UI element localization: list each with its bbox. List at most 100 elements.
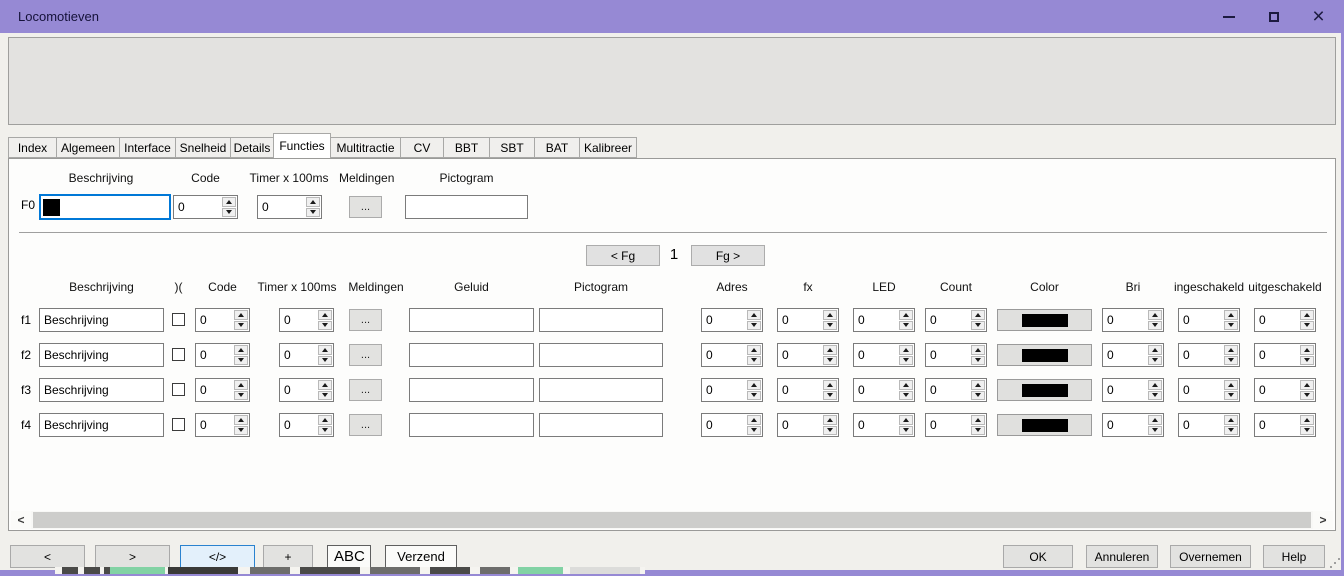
bri-spinner[interactable]: [1102, 308, 1164, 332]
code-spinner[interactable]: [195, 308, 250, 332]
uitgeschakeld-spinner[interactable]: [1254, 378, 1316, 402]
color-button[interactable]: [997, 309, 1092, 331]
tab-bbt[interactable]: BBT: [443, 137, 490, 158]
adres-spinner[interactable]: [701, 308, 763, 332]
led-spinner[interactable]: [853, 343, 915, 367]
spin-up-button[interactable]: [899, 310, 913, 320]
spin-value-input[interactable]: [778, 379, 822, 401]
spin-value-input[interactable]: [1103, 309, 1147, 331]
spin-value-input[interactable]: [174, 196, 221, 218]
spin-value-input[interactable]: [1179, 379, 1223, 401]
spin-down-button[interactable]: [1224, 426, 1238, 436]
count-spinner[interactable]: [925, 343, 987, 367]
code-editor-button[interactable]: </>: [180, 545, 255, 568]
geluid-input[interactable]: [409, 378, 534, 402]
spin-up-button[interactable]: [1224, 415, 1238, 425]
beschrijving-input[interactable]: [39, 343, 164, 367]
verzend-button[interactable]: Verzend: [385, 545, 457, 568]
code-spinner[interactable]: [195, 343, 250, 367]
ingeschakeld-spinner[interactable]: [1178, 413, 1240, 437]
spin-up-button[interactable]: [1224, 310, 1238, 320]
spin-up-button[interactable]: [823, 415, 837, 425]
uitgeschakeld-spinner[interactable]: [1254, 413, 1316, 437]
spin-up-button[interactable]: [1148, 415, 1162, 425]
fg-next-button[interactable]: Fg >: [691, 245, 765, 266]
adres-spinner[interactable]: [701, 413, 763, 437]
spin-up-button[interactable]: [234, 415, 248, 425]
spin-up-button[interactable]: [234, 310, 248, 320]
spin-down-button[interactable]: [234, 426, 248, 436]
invert-checkbox[interactable]: [172, 418, 185, 431]
spin-up-button[interactable]: [1148, 310, 1162, 320]
spin-down-button[interactable]: [823, 426, 837, 436]
tab-sbt[interactable]: SBT: [489, 137, 535, 158]
ingeschakeld-spinner[interactable]: [1178, 378, 1240, 402]
tab-snelheid[interactable]: Snelheid: [175, 137, 231, 158]
fg-prev-button[interactable]: < Fg: [586, 245, 660, 266]
meldingen-button[interactable]: ...: [349, 379, 382, 401]
spin-up-button[interactable]: [1300, 345, 1314, 355]
spin-up-button[interactable]: [747, 380, 761, 390]
spin-down-button[interactable]: [1148, 426, 1162, 436]
pictogram-input[interactable]: [539, 308, 663, 332]
spin-down-button[interactable]: [1224, 356, 1238, 366]
spin-down-button[interactable]: [747, 356, 761, 366]
geluid-input[interactable]: [409, 413, 534, 437]
spin-down-button[interactable]: [306, 208, 320, 218]
spin-value-input[interactable]: [926, 414, 970, 436]
spin-value-input[interactable]: [854, 344, 898, 366]
overnemen-button[interactable]: Overnemen: [1170, 545, 1251, 568]
prev-loco-button[interactable]: <: [10, 545, 85, 568]
f0-code-spinner[interactable]: [173, 195, 238, 219]
color-button[interactable]: [997, 344, 1092, 366]
code-spinner[interactable]: [195, 413, 250, 437]
spin-down-button[interactable]: [747, 391, 761, 401]
tab-cv[interactable]: CV: [400, 137, 444, 158]
spin-value-input[interactable]: [1103, 344, 1147, 366]
tab-algemeen[interactable]: Algemeen: [56, 137, 120, 158]
invert-checkbox[interactable]: [172, 383, 185, 396]
spin-down-button[interactable]: [1224, 391, 1238, 401]
scroll-left-button[interactable]: <: [11, 511, 31, 529]
spin-value-input[interactable]: [702, 309, 746, 331]
f0-pictogram-input[interactable]: [405, 195, 528, 219]
tab-details[interactable]: Details: [230, 137, 274, 158]
ingeschakeld-spinner[interactable]: [1178, 343, 1240, 367]
spin-value-input[interactable]: [1255, 379, 1299, 401]
ingeschakeld-spinner[interactable]: [1178, 308, 1240, 332]
fx-spinner[interactable]: [777, 413, 839, 437]
code-spinner[interactable]: [195, 378, 250, 402]
spin-down-button[interactable]: [899, 426, 913, 436]
color-button[interactable]: [997, 379, 1092, 401]
spin-up-button[interactable]: [823, 380, 837, 390]
spin-value-input[interactable]: [1179, 309, 1223, 331]
spin-down-button[interactable]: [747, 426, 761, 436]
spin-down-button[interactable]: [318, 321, 332, 331]
meldingen-button[interactable]: ...: [349, 414, 382, 436]
bri-spinner[interactable]: [1102, 343, 1164, 367]
annuleren-button[interactable]: Annuleren: [1086, 545, 1158, 568]
spin-down-button[interactable]: [234, 356, 248, 366]
abc-button[interactable]: ABC: [327, 545, 371, 568]
spin-down-button[interactable]: [899, 321, 913, 331]
spin-value-input[interactable]: [854, 379, 898, 401]
count-spinner[interactable]: [925, 413, 987, 437]
spin-up-button[interactable]: [971, 310, 985, 320]
spin-up-button[interactable]: [1300, 310, 1314, 320]
spin-value-input[interactable]: [280, 344, 317, 366]
spin-up-button[interactable]: [823, 345, 837, 355]
spin-down-button[interactable]: [222, 208, 236, 218]
beschrijving-input[interactable]: [39, 378, 164, 402]
spin-value-input[interactable]: [778, 414, 822, 436]
adres-spinner[interactable]: [701, 343, 763, 367]
spin-up-button[interactable]: [234, 380, 248, 390]
f0-meldingen-button[interactable]: ...: [349, 196, 382, 218]
spin-up-button[interactable]: [971, 345, 985, 355]
timer-spinner[interactable]: [279, 413, 334, 437]
horizontal-scrollbar[interactable]: < >: [11, 511, 1333, 529]
meldingen-button[interactable]: ...: [349, 344, 382, 366]
fx-spinner[interactable]: [777, 378, 839, 402]
spin-value-input[interactable]: [926, 344, 970, 366]
pictogram-input[interactable]: [539, 413, 663, 437]
spin-down-button[interactable]: [823, 356, 837, 366]
